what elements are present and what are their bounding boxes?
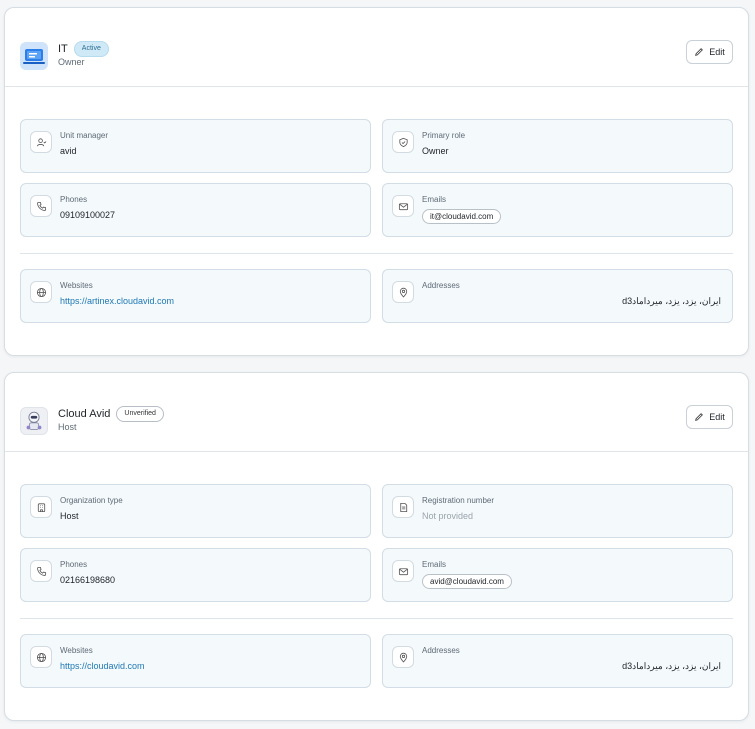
globe-icon	[30, 646, 52, 668]
card-title: IT	[58, 43, 68, 55]
edit-label: Edit	[709, 412, 725, 422]
tile-value: avid	[60, 146, 77, 156]
phone-value: 09109100027	[60, 210, 116, 220]
pencil-icon	[695, 48, 704, 56]
tile-label: Phones	[60, 195, 88, 204]
file-icon	[392, 496, 414, 518]
tile-emails: Emails it@cloudavid.com	[382, 183, 733, 237]
email-chip[interactable]: it@cloudavid.com	[422, 209, 502, 224]
status-badge: Unverified	[116, 406, 164, 422]
tile-phones: Phones 09109100027	[20, 183, 371, 237]
card-header: Cloud Avid Unverified Host Edit	[5, 373, 748, 452]
tile-phones: Phones 02166198680	[20, 548, 371, 602]
edit-button[interactable]: Edit	[686, 405, 733, 429]
globe-icon	[30, 281, 52, 303]
tile-unit-manager: Unit manager avid	[20, 119, 371, 173]
edit-button[interactable]: Edit	[686, 40, 733, 64]
pencil-icon	[695, 413, 704, 421]
tile-emails: Emails avid@cloudavid.com	[382, 548, 733, 602]
tile-addresses: Addresses ایران، یزد، یزد، میردامادd3	[382, 634, 733, 688]
phone-value: 02166198680	[60, 575, 116, 585]
card-title: Cloud Avid	[58, 408, 111, 420]
tile-label: Websites	[60, 281, 93, 290]
tile-label: Emails	[422, 560, 447, 569]
card-subtitle: Owner	[58, 57, 85, 67]
tile-label: Emails	[422, 195, 447, 204]
building-icon	[30, 496, 52, 518]
website-link[interactable]: https://artinex.cloudavid.com	[60, 296, 174, 306]
tile-label: Primary role	[422, 131, 466, 140]
tile-label: Unit manager	[60, 131, 109, 140]
tile-websites: Websites https://cloudavid.com	[20, 634, 371, 688]
website-link[interactable]: https://cloudavid.com	[60, 661, 145, 671]
tile-label: Organization type	[60, 496, 123, 505]
user-check-icon	[30, 131, 52, 153]
laptop-icon	[20, 42, 48, 70]
phone-icon	[30, 195, 52, 217]
address-value: ایران، یزد، یزد، میردامادd3	[622, 296, 721, 306]
tile-label: Phones	[60, 560, 88, 569]
tile-addresses: Addresses ایران، یزد، یزد، میردامادd3	[382, 269, 733, 323]
mail-icon	[392, 195, 414, 217]
email-chip[interactable]: avid@cloudavid.com	[422, 574, 512, 589]
organization-card-it: IT Active Owner Edit Unit manager avid P…	[4, 7, 749, 356]
map-pin-icon	[392, 281, 414, 303]
tile-label: Registration number	[422, 496, 495, 505]
tile-value: Host	[60, 511, 79, 521]
map-pin-icon	[392, 646, 414, 668]
phone-icon	[30, 560, 52, 582]
tile-label: Addresses	[422, 281, 460, 290]
robot-avatar-icon	[20, 407, 48, 435]
edit-label: Edit	[709, 47, 725, 57]
tile-value: Not provided	[422, 511, 474, 521]
card-subtitle: Host	[58, 422, 77, 432]
tile-registration-number: Registration number Not provided	[382, 484, 733, 538]
address-value: ایران، یزد، یزد، میردامادd3	[622, 661, 721, 671]
tile-value: Owner	[422, 146, 449, 156]
tile-organization-type: Organization type Host	[20, 484, 371, 538]
tile-label: Websites	[60, 646, 93, 655]
shield-icon	[392, 131, 414, 153]
divider	[20, 618, 733, 619]
status-badge: Active	[73, 41, 109, 57]
tile-primary-role: Primary role Owner	[382, 119, 733, 173]
tile-label: Addresses	[422, 646, 460, 655]
divider	[20, 253, 733, 254]
mail-icon	[392, 560, 414, 582]
organization-card-cloud-avid: Cloud Avid Unverified Host Edit Organiza…	[4, 372, 749, 721]
tile-websites: Websites https://artinex.cloudavid.com	[20, 269, 371, 323]
card-header: IT Active Owner Edit	[5, 8, 748, 87]
